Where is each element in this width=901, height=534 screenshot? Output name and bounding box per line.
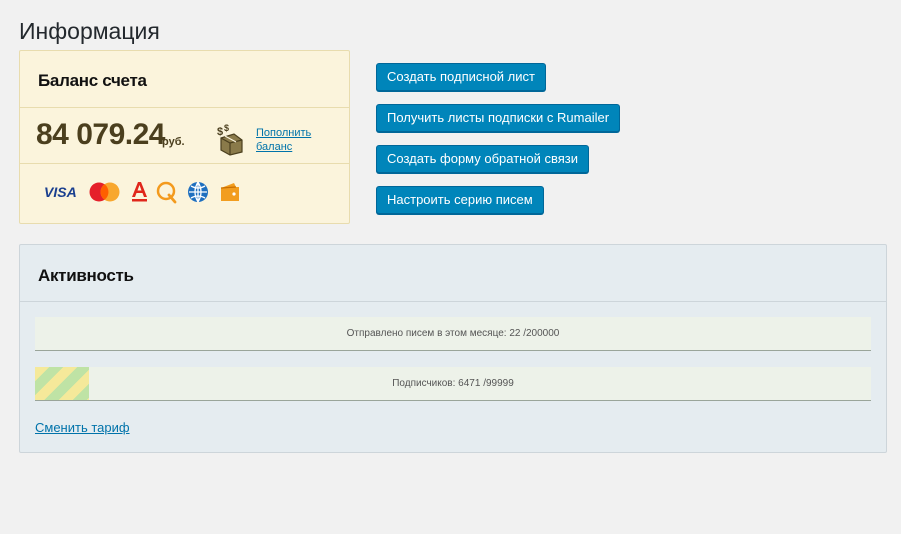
subscribers-label: Подписчиков: 6471 /99999 — [392, 378, 514, 389]
balance-header: Баланс счета — [20, 51, 349, 108]
mastercard-icon — [89, 182, 120, 202]
get-rumailer-lists-button[interactable]: Получить листы подписки с Rumailer — [376, 104, 621, 132]
balance-currency: руб. — [162, 136, 185, 148]
svg-text:$: $ — [224, 124, 229, 133]
balance-amount: 84 079.24 — [36, 118, 165, 151]
page-title: Информация — [19, 18, 160, 44]
money-bag-icon[interactable]: $ $ — [216, 124, 246, 156]
payment-methods: VISA — [20, 164, 349, 223]
webmoney-icon — [188, 181, 208, 203]
activity-panel: Активность Отправлено писем в этом месяц… — [19, 244, 887, 453]
activity-header: Активность — [20, 245, 886, 302]
activity-heading: Активность — [38, 266, 134, 285]
visa-icon: VISA — [44, 184, 77, 200]
change-plan-link[interactable]: Сменить тариф — [35, 420, 130, 435]
topup-balance-link[interactable]: Пополнить баланс — [256, 126, 316, 154]
balance-heading: Баланс счета — [38, 71, 147, 90]
emails-sent-progress: Отправлено писем в этом месяце: 22 /2000… — [35, 317, 871, 351]
emails-sent-label: Отправлено писем в этом месяце: 22 /2000… — [346, 328, 560, 339]
alfabank-icon — [132, 182, 147, 202]
yandex-money-icon — [220, 183, 239, 201]
svg-text:$: $ — [217, 126, 223, 138]
qiwi-icon — [156, 181, 177, 204]
subscribers-progress: Подписчиков: 6471 /99999 — [35, 367, 871, 401]
balance-amount-row: 84 079.24 руб. $ $ Пополнить баланс — [20, 108, 349, 164]
balance-card: Баланс счета 84 079.24 руб. $ $ Пополнит… — [19, 50, 350, 224]
create-subscription-list-button[interactable]: Создать подписной лист — [376, 63, 546, 91]
configure-email-series-button[interactable]: Настроить серию писем — [376, 186, 544, 214]
create-feedback-form-button[interactable]: Создать форму обратной связи — [376, 145, 589, 173]
svg-text:VISA: VISA — [44, 184, 77, 200]
